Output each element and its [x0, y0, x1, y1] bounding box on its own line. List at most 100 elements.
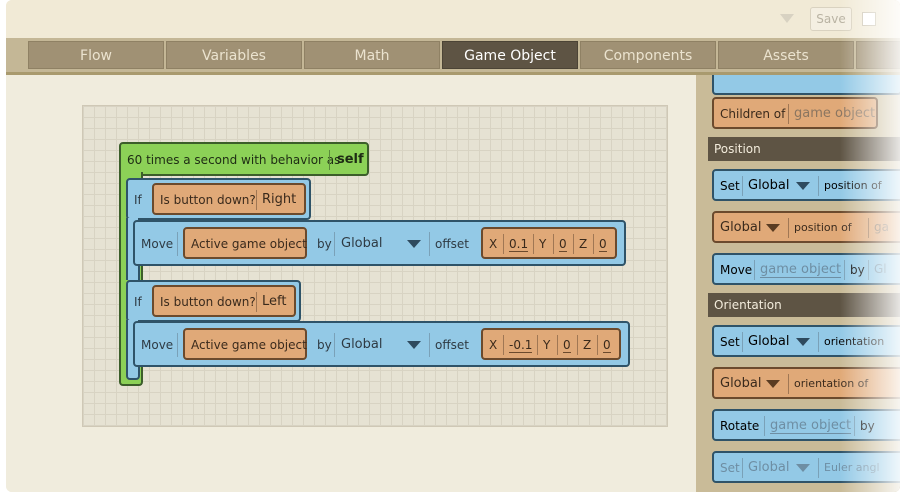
- palette-block-partial[interactable]: [712, 75, 900, 95]
- scene-dropdown[interactable]: [774, 10, 800, 28]
- palette-rotate[interactable]: Rotate game object by: [712, 409, 900, 441]
- x-label: X: [489, 338, 498, 352]
- divider: [844, 260, 845, 280]
- condition-button-down[interactable]: Is button down? Right: [152, 183, 306, 215]
- position-of-label: position of: [824, 179, 882, 192]
- divider: [818, 176, 819, 196]
- divider: [788, 104, 789, 124]
- script-canvas[interactable]: 60 times a second with behavior as self …: [82, 105, 668, 427]
- section-orientation: Orientation: [708, 293, 900, 317]
- x-label: X: [489, 237, 498, 251]
- if-label: If: [134, 193, 142, 207]
- button-arg[interactable]: Left: [262, 294, 286, 309]
- chevron-down-icon[interactable]: [766, 380, 780, 388]
- divider: [429, 333, 430, 357]
- divider: [818, 458, 819, 478]
- object-label: Active game object: [191, 237, 307, 251]
- divider: [503, 234, 504, 254]
- chevron-down-icon[interactable]: [796, 182, 810, 190]
- palette-get-orientation[interactable]: Global orientation of: [712, 367, 900, 399]
- tab-math[interactable]: Math: [304, 41, 440, 69]
- space-value[interactable]: Global: [748, 178, 789, 193]
- game-object-arg[interactable]: game object: [760, 262, 842, 278]
- x-value[interactable]: -0.1: [509, 338, 533, 353]
- space-value[interactable]: Global: [748, 334, 789, 349]
- x-value[interactable]: 0.1: [509, 237, 529, 252]
- if-block-right[interactable]: If Is button down? Right: [126, 178, 311, 220]
- category-tabs: Flow Variables Math Game Object Componen…: [6, 38, 900, 75]
- divider: [429, 232, 430, 256]
- z-label: Z: [583, 338, 592, 352]
- divider: [573, 234, 574, 254]
- chevron-down-icon[interactable]: [407, 341, 421, 349]
- divider: [177, 333, 178, 357]
- move-block-left[interactable]: Move Active game object by Global offset…: [133, 321, 630, 367]
- palette-set-position[interactable]: Set Global position of: [712, 169, 900, 201]
- divider: [256, 190, 257, 210]
- if-label: If: [134, 295, 142, 309]
- tab-flow[interactable]: Flow: [28, 41, 164, 69]
- space-value[interactable]: Global: [720, 220, 761, 235]
- palette-move[interactable]: Move game object by Gl: [712, 253, 900, 285]
- position-of-label: position of: [794, 221, 852, 234]
- divider: [503, 335, 504, 355]
- divider: [868, 218, 869, 238]
- space-value[interactable]: Global: [748, 460, 789, 475]
- tab-assets[interactable]: Assets: [718, 41, 854, 69]
- tab-components[interactable]: Components: [580, 41, 716, 69]
- space-value[interactable]: Gl: [874, 262, 887, 276]
- y-label: Y: [543, 338, 551, 352]
- set-label: Set: [720, 179, 740, 193]
- game-object-arg[interactable]: ga: [874, 220, 889, 234]
- space-dropdown-value[interactable]: Global: [341, 236, 382, 251]
- top-toolbar: Save: [6, 0, 900, 38]
- y-value[interactable]: 0: [559, 237, 567, 252]
- tab-game-object[interactable]: Game Object: [442, 41, 578, 69]
- offset-vector[interactable]: X -0.1 Y 0 Z 0: [481, 328, 621, 360]
- offset-label: offset: [435, 237, 469, 251]
- chevron-down-icon[interactable]: [796, 338, 810, 346]
- move-block-right[interactable]: Move Active game object by Global offset…: [133, 220, 626, 266]
- children-arg[interactable]: game object: [794, 106, 875, 121]
- save-button[interactable]: Save: [810, 7, 852, 31]
- palette-get-position[interactable]: Global position of ga: [712, 211, 900, 243]
- z-value[interactable]: 0: [603, 338, 611, 353]
- palette-set-euler[interactable]: Set Global Euler angl: [712, 451, 900, 483]
- object-arg[interactable]: Active game object: [183, 328, 307, 360]
- divider: [742, 176, 743, 196]
- divider: [334, 232, 335, 256]
- y-label: Y: [539, 237, 547, 251]
- space-value[interactable]: Global: [720, 376, 761, 391]
- divider: [854, 416, 855, 436]
- rotate-label: Rotate: [720, 419, 760, 433]
- condition-button-down[interactable]: Is button down? Left: [152, 285, 296, 317]
- chevron-down-icon[interactable]: [796, 464, 810, 472]
- z-label: Z: [579, 237, 588, 251]
- move-label: Move: [141, 338, 174, 352]
- space-dropdown-value[interactable]: Global: [341, 337, 382, 352]
- z-value[interactable]: 0: [599, 237, 607, 252]
- object-arg[interactable]: Active game object: [183, 227, 307, 259]
- chevron-down-icon[interactable]: [407, 240, 421, 248]
- divider: [593, 234, 594, 254]
- divider: [597, 335, 598, 355]
- divider: [818, 332, 819, 352]
- divider: [764, 416, 765, 436]
- tab-more[interactable]: [856, 41, 900, 69]
- offset-vector[interactable]: X 0.1 Y 0 Z 0: [481, 227, 617, 259]
- by-label: by: [850, 263, 865, 277]
- if-block-left[interactable]: If Is button down? Left: [126, 280, 301, 322]
- y-value[interactable]: 0: [563, 338, 571, 353]
- script-workspace: 60 times a second with behavior as self …: [6, 75, 702, 492]
- tab-variables[interactable]: Variables: [166, 41, 302, 69]
- palette-children-of[interactable]: Children of game object: [712, 97, 878, 129]
- event-block[interactable]: 60 times a second with behavior as self: [119, 142, 369, 176]
- button-arg[interactable]: Right: [262, 192, 296, 207]
- checkbox[interactable]: [862, 12, 876, 26]
- orientation-label: orientation: [824, 335, 885, 348]
- divider: [533, 234, 534, 254]
- chevron-down-icon[interactable]: [766, 224, 780, 232]
- game-object-arg[interactable]: game object: [770, 418, 852, 434]
- palette-set-orientation[interactable]: Set Global orientation: [712, 325, 900, 357]
- block-palette: Children of game object Position Set Glo…: [702, 75, 900, 492]
